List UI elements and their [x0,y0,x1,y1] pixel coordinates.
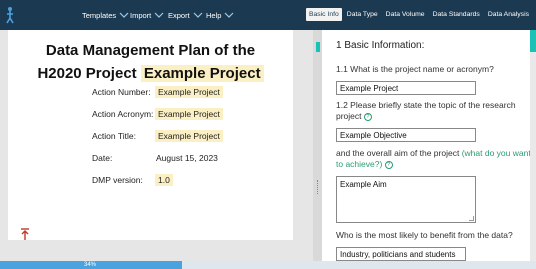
action-title-value: Example Project [155,130,223,142]
pane-splitter[interactable] [313,30,322,261]
section-tabs: Basic Info Data Type Data Volume Data St… [304,8,532,21]
export-menu[interactable]: Export [168,0,203,30]
question-project-topic: 1.2 Please briefly state the topic of th… [336,100,531,122]
document-title-line1: Data Management Plan of the [45,42,256,59]
question-beneficiaries: Who is the most likely to benefit from t… [336,230,513,240]
project-topic-input[interactable]: Example Objective [336,128,476,142]
project-name-input[interactable]: Example Project [336,81,476,95]
action-acronym-row: Action Acronym: Example Project [92,108,223,120]
help-icon[interactable]: ? [384,160,393,169]
date-label: Date: [92,153,113,163]
document-page: Data Management Plan of the H2020 Projec… [8,30,293,240]
import-menu[interactable]: Import [130,0,164,30]
resize-handle-icon[interactable] [469,216,474,221]
section-title: 1 Basic Information: [336,40,425,51]
project-aim-value: Example Aim [340,180,387,189]
tab-data-type[interactable]: Data Type [344,8,381,21]
date-value: August 15, 2023 [156,153,218,163]
document-title-prefix: H2020 Project [37,65,137,82]
templates-menu[interactable]: Templates [82,0,129,30]
completion-progress-bar: 34% [0,261,536,269]
project-aim-textarea[interactable]: Example Aim [336,176,476,223]
form-pane: 1 Basic Information: 1.1 What is the pro… [322,30,531,261]
splitter-grip[interactable] [317,180,318,194]
question-project-topic-text: 1.2 Please briefly state the topic of th… [336,100,516,121]
tab-data-volume[interactable]: Data Volume [383,8,428,21]
action-acronym-label: Action Acronym: [92,109,154,119]
dmp-version-label: DMP version: [92,175,143,185]
action-number-row: Action Number: Example Project [92,86,223,98]
export-menu-label: Export [168,10,190,20]
action-title-row: Action Title: Example Project [92,130,223,142]
dmp-version-value: 1.0 [155,174,173,186]
help-icon[interactable]: ? [363,112,372,121]
action-acronym-value: Example Project [155,108,223,120]
question-project-name: 1.1 What is the project name or acronym? [336,64,494,74]
splitter-indicator [316,42,320,52]
chevron-down-icon [154,12,164,18]
question-project-aim: and the overall aim of the project (what… [336,148,531,170]
document-title-line2: H2020 Project Example Project [8,65,293,82]
dmp-version-row: DMP version: 1.0 [92,174,173,186]
form-scrollbar[interactable] [530,30,536,261]
tab-data-analysis[interactable]: Data Analysis [485,8,532,21]
document-preview-pane: Data Management Plan of the H2020 Projec… [0,30,313,261]
top-navigation-bar: Templates Import Export Help Basic Info … [0,0,536,30]
tab-basic-info[interactable]: Basic Info [305,8,342,21]
chevron-down-icon [224,12,234,18]
app-logo-icon[interactable] [5,6,15,24]
help-menu-label: Help [206,10,222,20]
import-menu-label: Import [130,10,152,20]
templates-menu-label: Templates [82,10,117,20]
beneficiaries-field[interactable]: Industry, politicians and students [336,247,466,261]
help-menu[interactable]: Help [206,0,234,30]
tab-data-standards[interactable]: Data Standards [430,8,483,21]
scroll-to-top-icon[interactable] [20,228,30,241]
action-number-value: Example Project [155,86,223,98]
date-row: Date: August 15, 2023 [92,153,218,163]
document-title-project: Example Project [140,65,264,82]
question-project-aim-text: and the overall aim of the project [336,148,460,158]
completion-progress-label: 34% [84,262,97,268]
chevron-down-icon [119,12,129,18]
chevron-down-icon [193,12,203,18]
form-scrollbar-thumb[interactable] [530,30,536,52]
action-number-label: Action Number: [92,87,151,97]
action-title-label: Action Title: [92,131,136,141]
